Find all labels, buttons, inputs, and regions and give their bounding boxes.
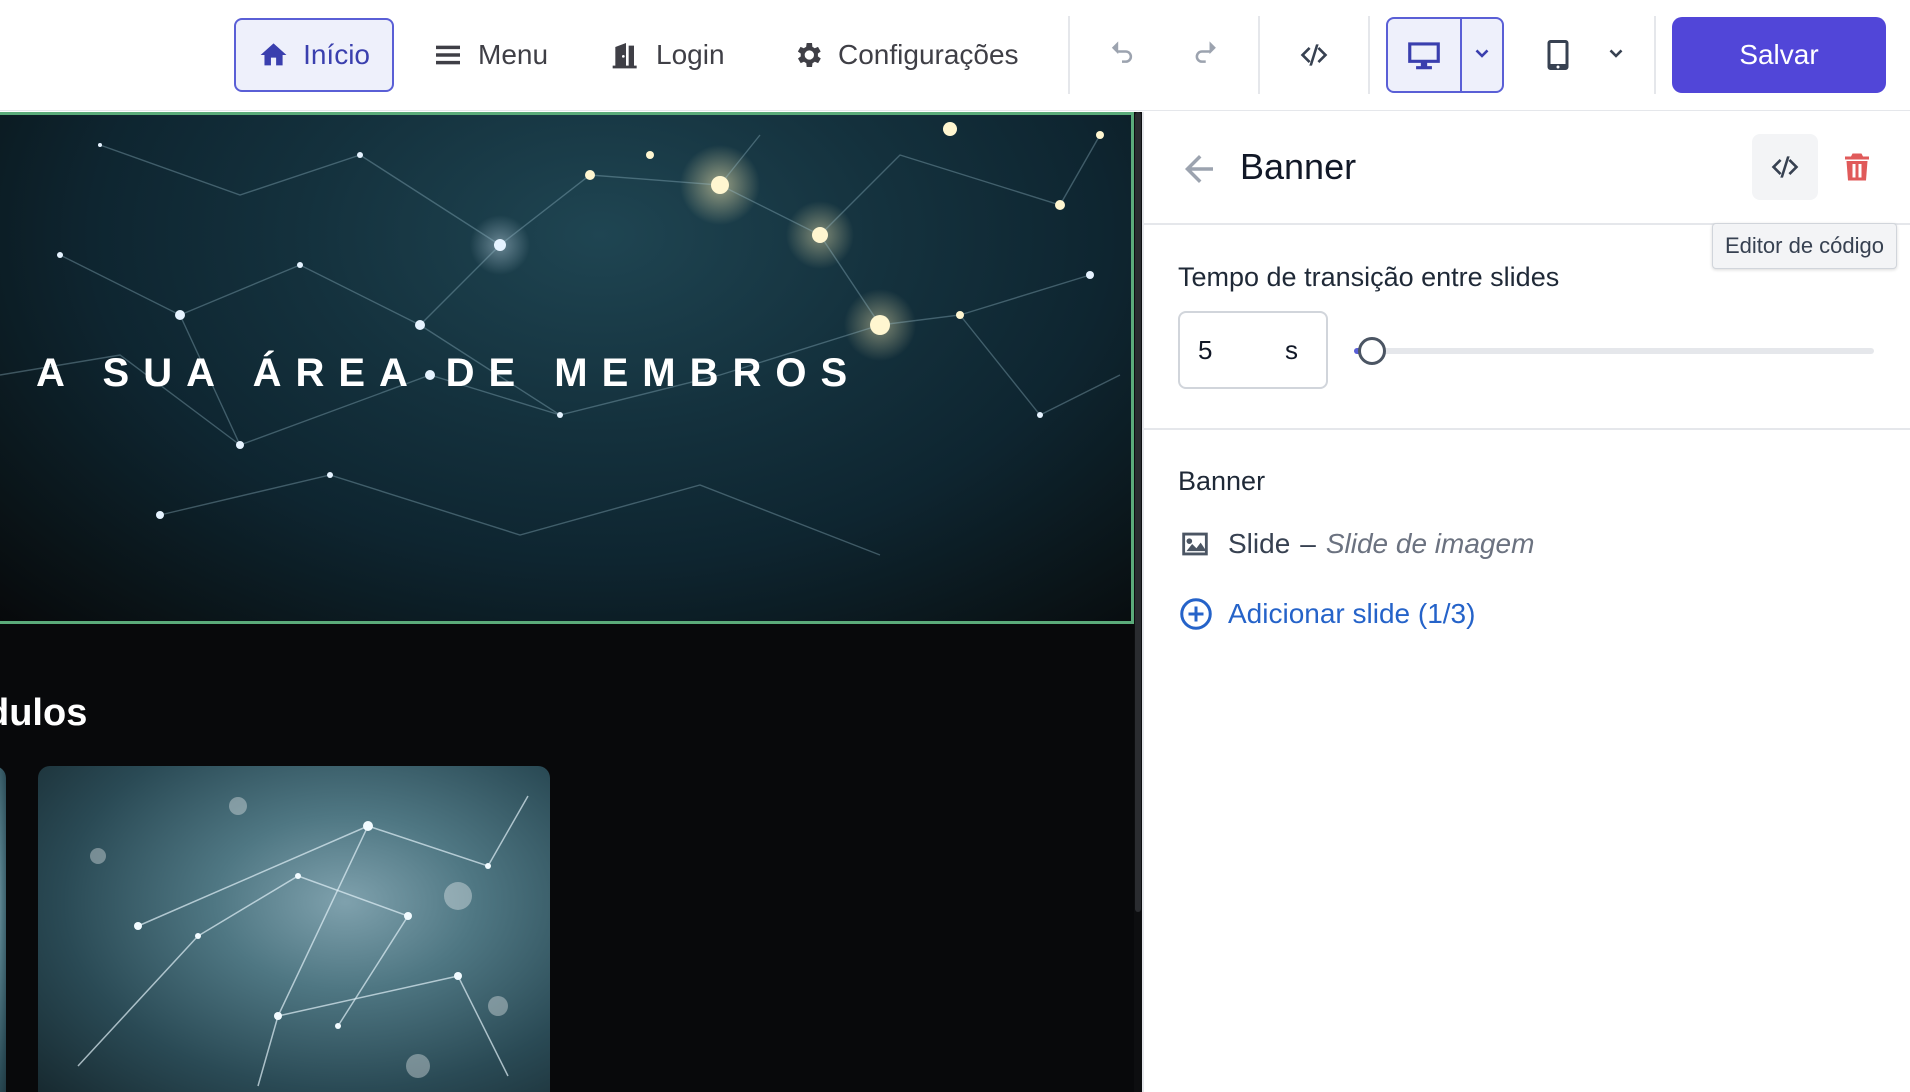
menu-tab-label: Menu	[478, 39, 549, 70]
door-icon	[612, 43, 637, 69]
banner-heading: A SUA ÁREA DE MEMBROS	[36, 351, 862, 395]
delete-button[interactable]	[1834, 142, 1880, 192]
banner-section[interactable]: A SUA ÁREA DE MEMBROS	[0, 112, 1134, 624]
modules-section-title: dulos	[0, 692, 88, 734]
save-button[interactable]: Salvar	[1672, 17, 1886, 93]
trash-icon	[1845, 153, 1869, 181]
panel-header: Banner	[1144, 112, 1910, 225]
slide-type: Slide de imagem	[1325, 528, 1535, 559]
mobile-view-button[interactable]	[1538, 18, 1578, 92]
module-card[interactable]	[0, 766, 6, 1092]
banner-section-label: Banner	[1178, 466, 1266, 496]
desktop-device-selector	[1386, 17, 1504, 93]
settings-tab-label: Configurações	[838, 39, 1019, 70]
plus-circle-icon	[1180, 598, 1212, 630]
chevron-down-icon	[1475, 49, 1489, 58]
panel-title: Banner	[1240, 146, 1357, 187]
image-icon	[1182, 532, 1208, 556]
transition-time-value: 5	[1198, 334, 1213, 365]
undo-icon	[1111, 41, 1133, 63]
desktop-dropdown-button[interactable]	[1462, 19, 1502, 91]
login-tab[interactable]: Login	[588, 18, 747, 92]
smartphone-icon	[1547, 40, 1569, 70]
toolbar-divider	[1654, 16, 1656, 94]
top-toolbar: Início Menu Login Configurações Salvar	[0, 0, 1910, 111]
settings-tab[interactable]: Configurações	[770, 18, 1041, 92]
gear-icon	[797, 43, 821, 67]
page-preview-canvas: A SUA ÁREA DE MEMBROS dulos	[0, 112, 1142, 1092]
undo-button[interactable]	[1104, 18, 1144, 92]
canvas-scrollbar[interactable]	[1134, 112, 1142, 1092]
code-icon	[1300, 44, 1328, 66]
slide-name: Slide	[1228, 528, 1291, 559]
transition-time-slider[interactable]	[1354, 326, 1874, 374]
slider-track	[1354, 348, 1874, 354]
section-divider	[1144, 428, 1910, 430]
add-slide-button[interactable]: Adicionar slide (1/3)	[1178, 590, 1475, 638]
transition-time-label: Tempo de transição entre slides	[1178, 262, 1560, 292]
code-view-button[interactable]	[1292, 18, 1336, 92]
redo-button[interactable]	[1184, 18, 1224, 92]
code-icon	[1771, 156, 1799, 178]
code-editor-button[interactable]	[1752, 134, 1818, 200]
home-tab[interactable]: Início	[234, 18, 394, 92]
back-arrow-icon[interactable]	[1178, 148, 1220, 190]
toolbar-divider	[1068, 16, 1070, 94]
home-tab-label: Início	[303, 39, 370, 70]
login-tab-label: Login	[656, 39, 725, 70]
redo-icon	[1195, 41, 1216, 63]
menu-tab[interactable]: Menu	[410, 18, 570, 92]
slide-list-item[interactable]: Slide – Slide de imagem	[1178, 522, 1534, 566]
mobile-dropdown-button[interactable]	[1604, 18, 1628, 92]
scrollbar-thumb[interactable]	[1135, 112, 1141, 912]
module-card-image	[77, 795, 529, 1087]
transition-time-unit: s	[1285, 334, 1298, 365]
slide-separator: –	[1300, 528, 1316, 559]
home-icon	[260, 43, 287, 66]
monitor-icon	[1408, 42, 1440, 70]
module-card[interactable]	[38, 766, 550, 1092]
desktop-view-button[interactable]	[1388, 19, 1462, 91]
transition-time-input[interactable]: 5 s	[1178, 311, 1328, 389]
code-editor-tooltip: Editor de código	[1712, 223, 1897, 269]
chevron-down-icon	[1609, 49, 1623, 58]
hamburger-icon	[436, 45, 460, 65]
toolbar-divider	[1368, 16, 1370, 94]
slider-thumb[interactable]	[1358, 337, 1386, 365]
add-slide-label: Adicionar slide (1/3)	[1228, 598, 1476, 629]
settings-panel: Banner Editor de código Tempo de transiç…	[1142, 112, 1910, 1092]
toolbar-divider	[1258, 16, 1260, 94]
